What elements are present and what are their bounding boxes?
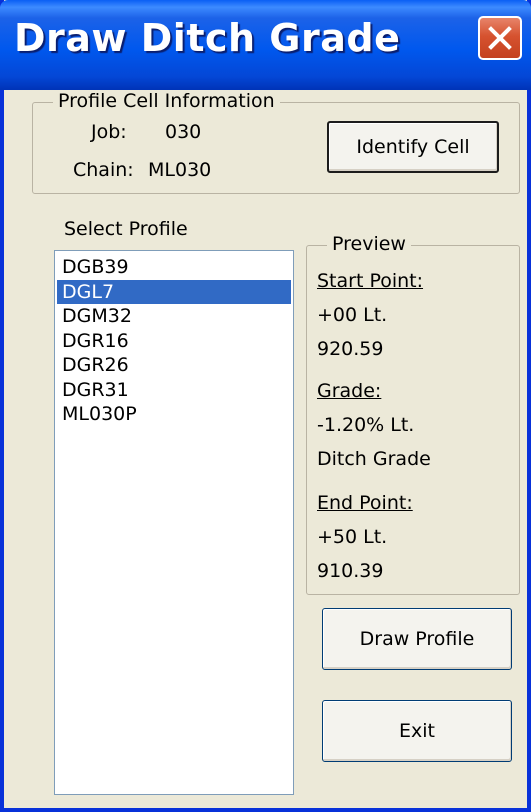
- draw-profile-button[interactable]: Draw Profile: [322, 608, 512, 670]
- window-title: Draw Ditch Grade: [14, 16, 401, 60]
- start-point-label: Start Point:: [317, 270, 424, 292]
- start-station-value: +00 Lt.: [317, 304, 388, 326]
- profile-list-item[interactable]: DGL7: [57, 279, 291, 304]
- profile-list-item[interactable]: DGB39: [57, 255, 291, 279]
- profile-list-item[interactable]: ML030P: [57, 402, 291, 426]
- start-elevation-value: 920.59: [317, 338, 384, 360]
- job-value: 030: [165, 121, 202, 143]
- chain-label: Chain:: [73, 159, 134, 181]
- close-button[interactable]: [478, 16, 522, 60]
- job-label: Job:: [91, 121, 127, 143]
- profile-cell-legend: Profile Cell Information: [53, 90, 280, 112]
- profile-cell-group: Profile Cell Information Job: 030 Chain:…: [32, 90, 520, 194]
- exit-button[interactable]: Exit: [322, 700, 512, 762]
- end-elevation-value: 910.39: [317, 560, 384, 582]
- profile-listbox[interactable]: DGB39 DGL7 DGM32 DGR16 DGR26 DGR31 ML030P: [54, 250, 294, 795]
- profile-list-item[interactable]: DGM32: [57, 304, 291, 328]
- profile-list-item[interactable]: DGR16: [57, 329, 291, 353]
- chain-value: ML030: [148, 159, 212, 181]
- grade-value: -1.20% Lt.: [317, 414, 415, 436]
- preview-group: Preview Start Point: +00 Lt. 920.59 Grad…: [306, 233, 520, 595]
- identify-cell-button[interactable]: Identify Cell: [327, 121, 499, 173]
- dialog-window: Draw Ditch Grade Profile Cell Informatio…: [0, 0, 531, 812]
- select-profile-label: Select Profile: [64, 218, 188, 240]
- end-point-label: End Point:: [317, 492, 413, 514]
- grade-type-value: Ditch Grade: [317, 448, 431, 470]
- title-bar[interactable]: Draw Ditch Grade: [0, 0, 531, 90]
- grade-label: Grade:: [317, 380, 382, 402]
- end-station-value: +50 Lt.: [317, 526, 388, 548]
- profile-list-item[interactable]: DGR31: [57, 378, 291, 402]
- profile-list-item[interactable]: DGR26: [57, 353, 291, 377]
- preview-legend: Preview: [327, 233, 411, 255]
